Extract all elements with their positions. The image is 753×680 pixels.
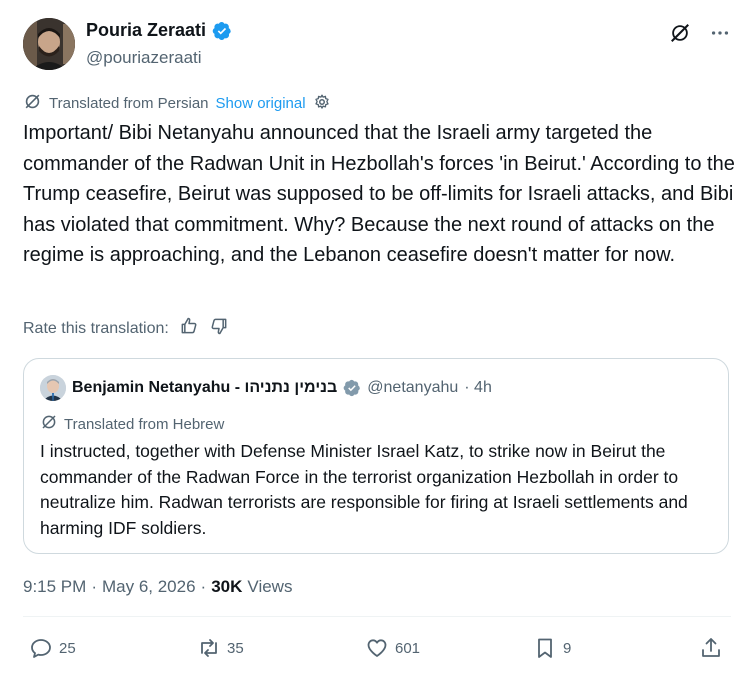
show-original-link[interactable]: Show original [216, 95, 306, 112]
bookmark-icon [538, 638, 552, 658]
tweet-text: Important/ Bibi Netanyahu announced that… [23, 122, 735, 266]
action-bar: 25 35 601 9 [23, 636, 731, 666]
quote-translation-row: Translated from Hebrew [40, 413, 224, 435]
verified-badge-icon [212, 21, 232, 41]
repost-button[interactable]: 35 [197, 636, 244, 660]
rate-translation-label: Rate this translation: [23, 319, 169, 337]
grok-icon[interactable] [669, 22, 691, 44]
settings-gear-icon[interactable] [313, 93, 331, 115]
quote-header: Benjamin Netanyahu - בנימין נתניהו @neta… [40, 375, 492, 401]
like-icon [367, 639, 387, 657]
repost-count: 35 [227, 639, 244, 657]
quote-avatar [40, 375, 66, 401]
meta-separator: · [91, 577, 97, 596]
bookmark-count: 9 [563, 639, 572, 657]
author-avatar[interactable] [23, 18, 75, 70]
gray-verified-badge-icon [343, 379, 361, 397]
views-count: 30K [211, 577, 243, 596]
quoted-tweet[interactable]: Benjamin Netanyahu - בנימין נתניהו @neta… [23, 358, 729, 554]
repost-icon [201, 639, 217, 657]
quote-author-handle: @netanyahu [367, 379, 459, 396]
like-count: 601 [395, 639, 421, 657]
views-label: Views [247, 577, 293, 596]
translate-icon [23, 92, 42, 115]
like-button[interactable]: 601 [365, 636, 420, 660]
divider [23, 616, 731, 617]
translation-label: Translated from Persian [49, 95, 209, 112]
quote-translation-label: Translated from Hebrew [64, 415, 225, 433]
reply-icon [31, 639, 51, 658]
top-actions [669, 22, 731, 44]
more-icon[interactable] [709, 22, 731, 44]
thumbs-down-icon[interactable] [209, 316, 229, 341]
author-handle[interactable]: @pouriazeraati [86, 48, 202, 68]
rate-translation-row: Rate this translation: [23, 316, 229, 341]
quote-text: I instructed, together with Defense Mini… [40, 441, 688, 538]
reply-count: 25 [59, 639, 76, 657]
author-name[interactable]: Pouria Zeraati [86, 20, 206, 41]
translation-row: Translated from Persian Show original [23, 92, 331, 115]
tweet-time[interactable]: 9:15 PM [23, 577, 86, 597]
tweet-meta: 9:15 PM · May 6, 2026 · 30K Views [23, 577, 292, 597]
share-button[interactable] [699, 636, 723, 660]
meta-separator: · [200, 577, 207, 596]
reply-button[interactable]: 25 [29, 636, 76, 660]
tweet-date[interactable]: May 6, 2026 [102, 577, 196, 597]
thumbs-up-icon[interactable] [179, 316, 199, 341]
quote-author-name: Benjamin Netanyahu - בנימין נתניהו [72, 379, 338, 396]
avatar-image [23, 18, 75, 70]
author-name-row: Pouria Zeraati [86, 20, 232, 41]
bookmark-button[interactable]: 9 [533, 636, 571, 660]
quote-time: · 4h [464, 379, 492, 396]
share-icon [702, 638, 720, 657]
translate-icon [40, 413, 58, 435]
